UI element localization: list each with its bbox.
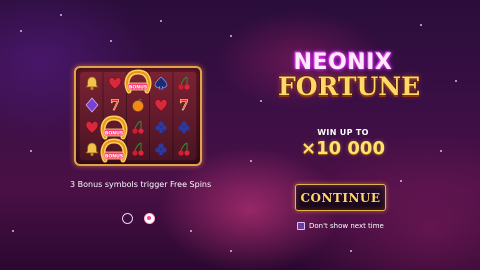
- svg-text:7: 7: [110, 98, 120, 113]
- continue-button[interactable]: CONTINUE: [295, 184, 386, 211]
- page-dot-2-active[interactable]: [144, 213, 155, 224]
- dont-show-label: Don't show next time: [309, 222, 384, 230]
- seven-icon: 7: [173, 94, 196, 116]
- bonus-horseshoe-icon: BONUS: [99, 137, 129, 164]
- bonus-horseshoe-icon: BONUS: [123, 68, 153, 95]
- club-icon: [150, 138, 173, 160]
- page-dot-1[interactable]: [122, 213, 133, 224]
- cherry-icon: [126, 138, 149, 160]
- club-icon: [150, 116, 173, 138]
- logo-fortune: FORTUNE: [278, 72, 421, 101]
- bonus-caption: 3 Bonus symbols trigger Free Spins: [70, 180, 212, 189]
- bell-icon: [80, 72, 103, 94]
- win-up-to-label: WIN UP TO: [317, 128, 369, 137]
- max-win-value: ×10 000: [301, 138, 385, 159]
- orange-icon: [126, 94, 149, 116]
- dont-show-checkbox[interactable]: [297, 222, 305, 230]
- spade-icon: [150, 72, 173, 94]
- svg-text:BONUS: BONUS: [105, 130, 123, 136]
- svg-text:7: 7: [180, 98, 190, 113]
- cherry-icon: [173, 138, 196, 160]
- dont-show-toggle[interactable]: Don't show next time: [297, 222, 384, 230]
- cherry-icon: [126, 116, 149, 138]
- seven-icon: 7: [103, 94, 126, 116]
- heart-icon: [150, 94, 173, 116]
- cherry-icon: [173, 72, 196, 94]
- diamond-icon: [80, 94, 103, 116]
- reel-preview: 7 7 BONUS BONUS BONUS: [74, 66, 202, 166]
- svg-text:BONUS: BONUS: [129, 84, 147, 90]
- club-icon: [173, 116, 196, 138]
- game-logo: NEONIX FORTUNE: [278, 50, 421, 110]
- svg-text:BONUS: BONUS: [105, 153, 123, 159]
